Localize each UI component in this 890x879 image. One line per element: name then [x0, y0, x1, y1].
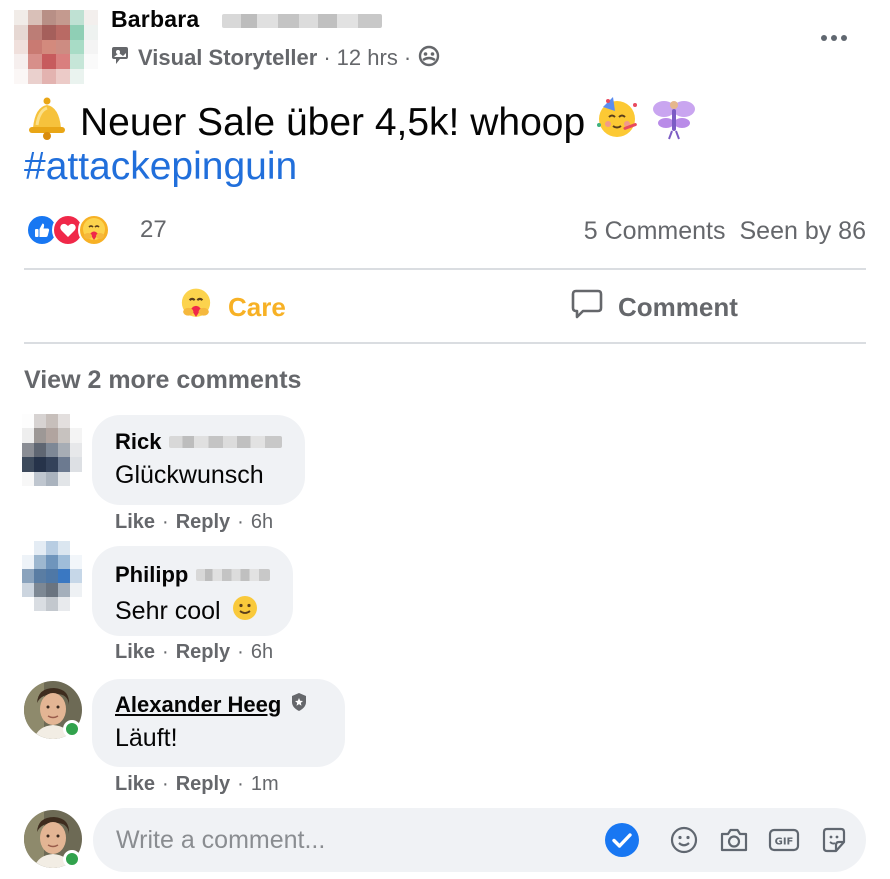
admin-shield-icon — [289, 692, 309, 718]
reaction-summary[interactable] — [26, 214, 110, 246]
post-text: Neuer Sale über 4,5k! whoop — [80, 101, 586, 144]
post-subline: Visual Storyteller · 12 hrs · — [110, 43, 441, 73]
comment-label: Comment — [618, 291, 738, 322]
comment-text: Sehr cool — [115, 594, 270, 629]
gif-icon[interactable]: GIF — [766, 822, 802, 858]
checkmark-icon[interactable] — [604, 822, 640, 858]
seen-by-count[interactable]: Seen by 86 — [740, 217, 867, 246]
separator-dot: · — [162, 773, 169, 795]
redacted-surname — [169, 436, 282, 448]
comment-meta: Like · Reply · 1m — [115, 773, 279, 796]
separator-dot: · — [237, 641, 244, 663]
separator-dot: · — [323, 45, 331, 70]
author-role[interactable]: Visual Storyteller — [138, 45, 317, 71]
separator-dot: · — [403, 45, 412, 70]
comment-meta: Like · Reply · 6h — [115, 641, 273, 664]
commenter-avatar[interactable] — [22, 541, 82, 611]
group-icon[interactable] — [417, 43, 441, 73]
author-name[interactable]: Barbara — [111, 6, 199, 33]
divider — [24, 268, 866, 270]
reply-link[interactable]: Reply — [176, 641, 230, 664]
commenter-name[interactable]: Rick — [115, 429, 161, 455]
comment-icon — [570, 287, 604, 328]
comment-button[interactable]: Comment — [570, 283, 738, 331]
post-stats: 5 Comments Seen by 86 — [584, 217, 866, 246]
commenter-name[interactable]: Philipp — [115, 562, 188, 588]
fairy-emoji — [651, 95, 697, 151]
care-label: Care — [228, 291, 286, 322]
online-status-dot — [63, 720, 81, 738]
svg-text:GIF: GIF — [775, 837, 794, 848]
hashtag-link[interactable]: #attackepinguin — [24, 145, 297, 189]
comment-text-content: Sehr cool — [115, 597, 221, 625]
separator-dot: · — [162, 641, 169, 663]
comment-time[interactable]: 6h — [251, 641, 273, 664]
comment-bubble: Alexander Heeg Läuft! — [92, 679, 345, 767]
sticker-icon[interactable] — [816, 822, 852, 858]
comment-bubble: Philipp Sehr cool — [92, 546, 293, 636]
separator-dot: · — [237, 511, 244, 533]
reply-link[interactable]: Reply — [176, 773, 230, 796]
bell-emoji — [24, 95, 70, 151]
like-link[interactable]: Like — [115, 511, 155, 534]
partying-face-emoji — [595, 95, 641, 151]
commenter-name[interactable]: Alexander Heeg — [115, 692, 281, 718]
comment-text: Glückwunsch — [115, 461, 264, 489]
view-more-comments[interactable]: View 2 more comments — [24, 366, 301, 395]
redacted-surname — [196, 569, 270, 581]
comment-meta: Like · Reply · 6h — [115, 511, 273, 534]
comment-input-placeholder: Write a comment... — [116, 826, 326, 854]
comments-count[interactable]: 5 Comments — [584, 217, 726, 246]
care-button[interactable]: Care — [178, 283, 286, 331]
like-link[interactable]: Like — [115, 773, 155, 796]
like-link[interactable]: Like — [115, 641, 155, 664]
commenter-avatar[interactable] — [22, 414, 82, 486]
care-icon — [178, 286, 214, 329]
online-status-dot — [63, 850, 81, 868]
post-text-line: Neuer Sale über 4,5k! whoop — [24, 95, 697, 151]
emoji-icon[interactable] — [666, 822, 702, 858]
comment-time[interactable]: 6h — [251, 511, 273, 534]
smiling-face-emoji — [231, 594, 259, 629]
camera-icon[interactable] — [716, 822, 752, 858]
author-avatar[interactable] — [14, 10, 98, 84]
more-options-icon[interactable] — [816, 20, 852, 56]
comment-time[interactable]: 1m — [251, 773, 279, 796]
redacted-surname — [222, 14, 382, 28]
post-time[interactable]: 12 hrs — [337, 45, 398, 71]
divider — [24, 342, 866, 344]
comment-text: Läuft! — [115, 724, 178, 752]
separator-dot: · — [162, 511, 169, 533]
reply-link[interactable]: Reply — [176, 511, 230, 534]
storyteller-icon — [110, 44, 132, 72]
comment-bubble: Rick Glückwunsch — [92, 415, 305, 505]
reaction-count[interactable]: 27 — [140, 216, 167, 244]
separator-dot: · — [237, 773, 244, 795]
care-reaction-icon — [78, 214, 110, 246]
